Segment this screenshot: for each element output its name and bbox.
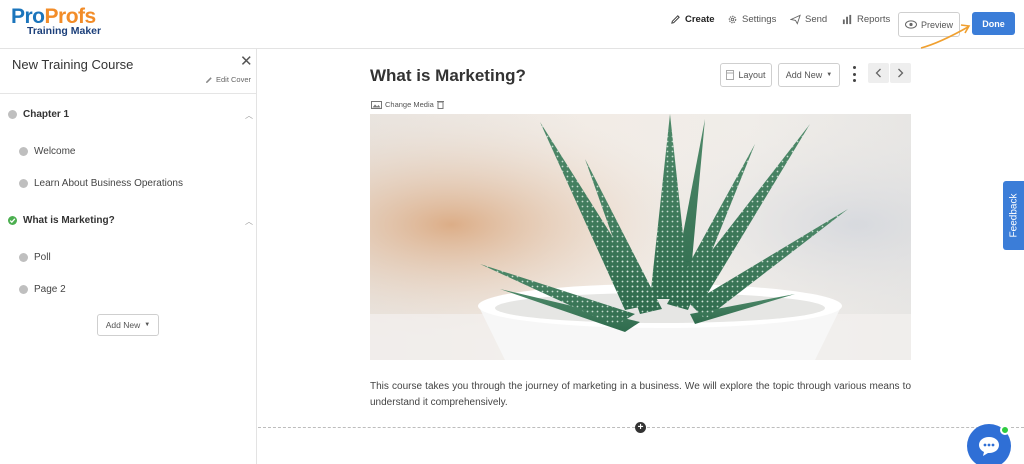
trash-icon[interactable] — [436, 100, 444, 109]
top-bar: ProProfs Training Maker Create Settings … — [0, 0, 1024, 49]
image-icon — [371, 100, 382, 109]
send-icon — [790, 14, 801, 25]
logo-subtitle: Training Maker — [27, 25, 102, 37]
sidebar-item-label: What is Marketing? — [23, 215, 115, 226]
gear-icon — [728, 15, 737, 24]
sidebar-item-learn-business-operations[interactable]: Learn About Business Operations — [19, 178, 183, 189]
sidebar-item-chapter-1[interactable]: Chapter 1 — [8, 109, 69, 120]
sidebar-item-page-2[interactable]: Page 2 — [19, 284, 66, 295]
close-icon[interactable]: ✕ — [240, 52, 253, 70]
chevron-left-icon — [875, 68, 881, 78]
hint-arrow-icon — [920, 24, 971, 49]
layout-button[interactable]: Layout — [720, 63, 772, 87]
page-title[interactable]: What is Marketing? — [370, 66, 526, 86]
layout-icon — [726, 70, 735, 80]
done-button[interactable]: Done — [972, 12, 1015, 35]
sidebar-item-label: Chapter 1 — [23, 109, 70, 120]
logo-wordmark: ProProfs — [11, 5, 96, 28]
next-page-button[interactable] — [890, 63, 911, 83]
nav-settings[interactable]: Settings — [727, 14, 776, 25]
status-dot — [19, 147, 28, 156]
status-dot — [19, 253, 28, 262]
course-title[interactable]: New Training Course — [12, 57, 133, 72]
nav-send-label: Send — [805, 14, 828, 25]
sidebar-item-label: Poll — [34, 252, 51, 263]
nav-reports[interactable]: Reports — [842, 14, 890, 25]
training-maker-app: ProProfs Training Maker Create Settings … — [0, 0, 1024, 464]
nav-create[interactable]: Create — [670, 14, 715, 25]
sidebar-item-welcome[interactable]: Welcome — [19, 146, 76, 157]
nav-send[interactable]: Send — [790, 14, 827, 25]
proprofs-logo[interactable]: ProProfs Training Maker — [11, 6, 101, 37]
nav-reports-label: Reports — [857, 14, 891, 25]
sidebar-divider — [0, 93, 256, 94]
collapse-chevron-icon[interactable]: ︿ — [245, 110, 253, 121]
succulent-plant-image — [370, 114, 911, 360]
hero-image[interactable] — [370, 114, 911, 360]
caret-down-icon: ▼ — [144, 322, 151, 328]
previous-page-button[interactable] — [868, 63, 889, 83]
status-dot — [19, 285, 28, 294]
layout-label: Layout — [738, 70, 766, 80]
feedback-tab[interactable]: Feedback — [1003, 181, 1024, 250]
edit-cover-link[interactable]: Edit Cover — [205, 75, 251, 84]
pencil-icon — [206, 76, 212, 83]
chevron-right-icon — [898, 68, 904, 78]
change-media-link[interactable]: Change Media — [371, 100, 444, 109]
add-section-icon[interactable]: + — [635, 422, 646, 433]
feedback-label: Feedback — [1008, 193, 1020, 238]
online-status-dot — [1000, 425, 1010, 435]
add-new-button[interactable]: Add New ▼ — [778, 63, 840, 87]
check-circle-icon — [8, 216, 17, 225]
caret-down-icon: ▼ — [826, 72, 833, 78]
status-dot — [8, 110, 17, 119]
add-new-label: Add New — [785, 70, 823, 80]
sidebar-add-new-button[interactable]: Add New ▼ — [97, 314, 159, 336]
sidebar-item-label: Learn About Business Operations — [34, 178, 183, 189]
course-sidebar: New Training Course ✕ Edit Cover Chapter… — [0, 49, 257, 464]
nav-create-label: Create — [685, 14, 715, 25]
sidebar-item-poll[interactable]: Poll — [19, 252, 51, 263]
eye-icon — [904, 20, 917, 29]
nav-settings-label: Settings — [742, 14, 777, 25]
sidebar-item-what-is-marketing[interactable]: What is Marketing? — [8, 215, 115, 226]
collapse-chevron-icon[interactable]: ︿ — [245, 216, 253, 227]
bar-chart-icon — [842, 14, 852, 25]
page-body-text[interactable]: This course takes you through the journe… — [370, 379, 911, 411]
change-media-label: Change Media — [385, 100, 434, 109]
sidebar-item-label: Welcome — [34, 146, 76, 157]
add-new-label: Add New — [105, 320, 141, 330]
pencil-icon — [671, 15, 680, 24]
sidebar-item-label: Page 2 — [34, 284, 66, 295]
chat-bubble-icon — [979, 437, 999, 456]
edit-cover-label: Edit Cover — [216, 75, 252, 84]
more-options-icon[interactable] — [851, 64, 857, 84]
status-dot — [19, 179, 28, 188]
